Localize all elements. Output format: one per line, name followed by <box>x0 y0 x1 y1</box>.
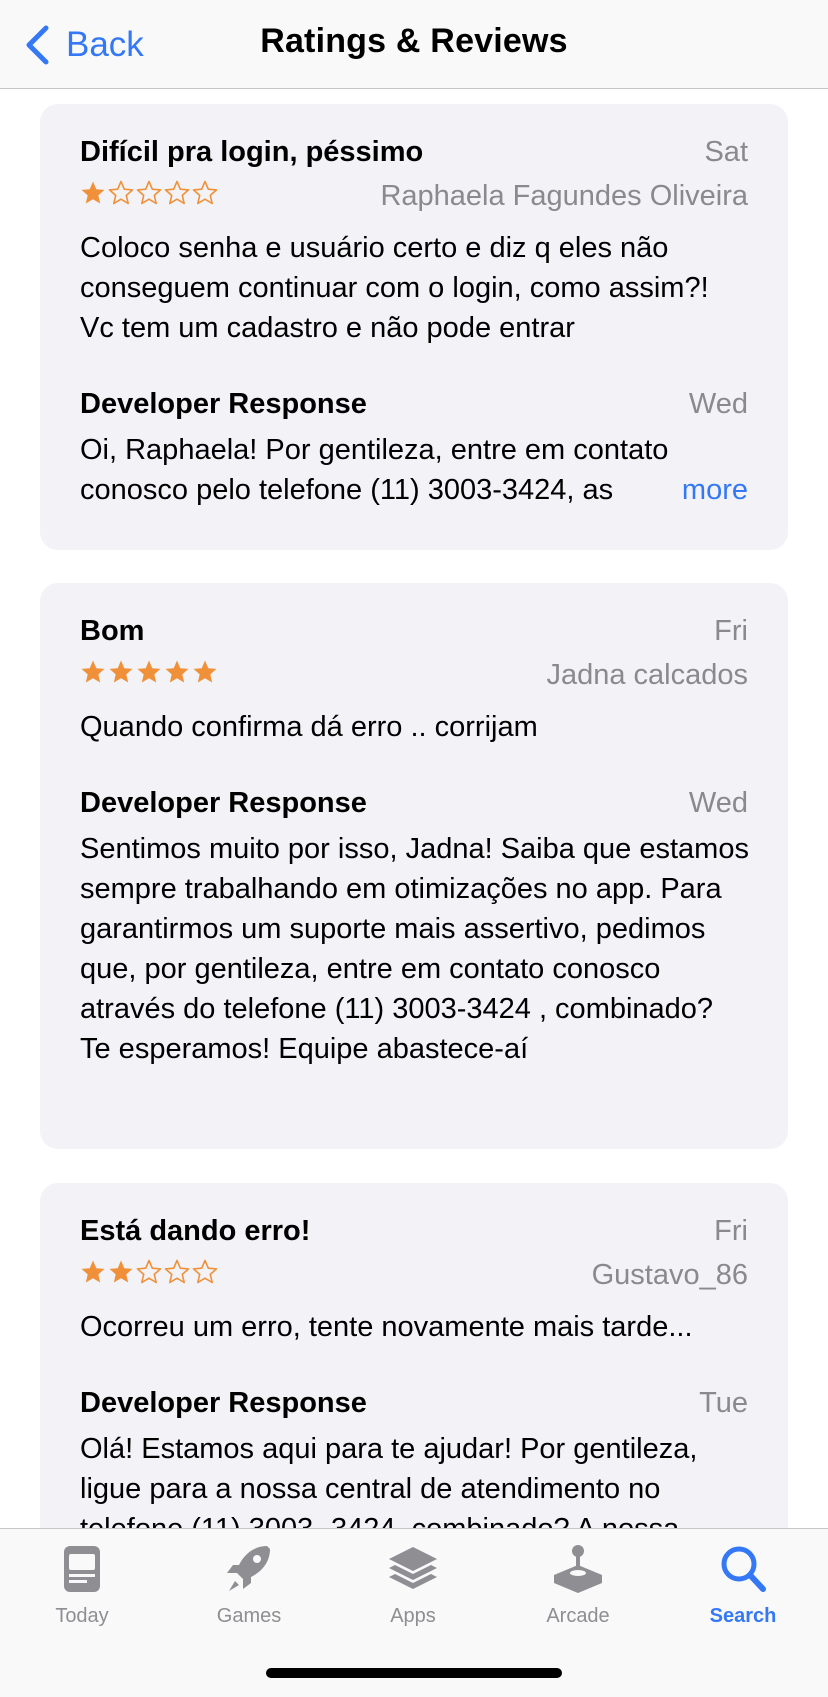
tab-apps[interactable]: Apps <box>348 1543 478 1628</box>
review-author: Raphaela Fagundes Oliveira <box>380 180 748 212</box>
review-author: Jadna calcados <box>546 659 748 691</box>
tab-today[interactable]: Today <box>17 1543 147 1628</box>
tab-search[interactable]: Search <box>678 1543 808 1628</box>
star-filled-icon <box>137 660 161 683</box>
page-title: Ratings & Reviews <box>260 22 568 60</box>
tab-label: Games <box>216 1605 282 1627</box>
star-empty-icon <box>192 180 218 205</box>
review-date: Sat <box>704 136 748 168</box>
developer-response-label: Developer Response <box>80 787 367 819</box>
star-filled-icon <box>81 1260 105 1283</box>
tab-label: Arcade <box>546 1605 610 1627</box>
review-body: Ocorreu um erro, tente novamente mais ta… <box>80 1311 693 1343</box>
more-link[interactable]: more <box>675 470 748 510</box>
developer-response-date: Wed <box>688 787 748 819</box>
review-body: Coloco senha e usuário certo e diz q ele… <box>80 232 709 344</box>
star-filled-icon <box>109 660 133 683</box>
review-date: Fri <box>714 1215 748 1247</box>
developer-response-text: Olá! Estamos aqui para te ajudar! Por ge… <box>80 1433 698 1529</box>
star-filled-icon <box>81 181 105 204</box>
developer-response-date: Tue <box>699 1387 748 1419</box>
star-empty-icon <box>136 1259 162 1284</box>
tab-games[interactable]: Games <box>184 1543 314 1628</box>
home-indicator <box>266 1668 562 1678</box>
star-filled-icon <box>193 660 217 683</box>
review-body: Quando confirma dá erro .. corrijam <box>80 711 538 743</box>
star-empty-icon <box>108 180 134 205</box>
developer-response-label: Developer Response <box>80 388 367 420</box>
review-title: Difícil pra login, péssimo <box>80 136 424 168</box>
navigation-bar: Back Ratings & Reviews <box>0 0 828 89</box>
rocket-icon <box>227 1546 270 1591</box>
fade-overlay <box>625 470 676 510</box>
star-empty-icon <box>164 1259 190 1284</box>
search-icon <box>721 1546 766 1592</box>
star-rating <box>80 1259 220 1285</box>
star-rating <box>80 180 220 206</box>
star-filled-icon <box>165 660 189 683</box>
reviews-list[interactable]: Difícil pra login, péssimo Sat Raphaela … <box>0 89 828 1529</box>
star-filled-icon <box>81 660 105 683</box>
review-title: Está dando erro! <box>80 1215 311 1247</box>
developer-response-label: Developer Response <box>80 1387 367 1419</box>
tab-label: Apps <box>390 1605 436 1627</box>
review-card: Está dando erro! Fri Gustavo_86 Ocorreu … <box>40 1183 788 1529</box>
tab-arcade[interactable]: Arcade <box>513 1543 643 1628</box>
review-author: Gustavo_86 <box>591 1259 748 1291</box>
star-empty-icon <box>192 1259 218 1284</box>
star-rating <box>80 659 220 685</box>
joystick-icon <box>554 1545 602 1593</box>
review-card: Difícil pra login, péssimo Sat Raphaela … <box>40 104 788 550</box>
review-title: Bom <box>80 615 145 647</box>
stack-icon <box>389 1547 437 1589</box>
star-empty-icon <box>164 180 190 205</box>
star-empty-icon <box>136 180 162 205</box>
developer-response-text: Sentimos muito por isso, Jadna! Saiba qu… <box>80 833 749 1065</box>
tab-label: Today <box>55 1605 109 1627</box>
more-link-wrapper: more <box>625 470 748 510</box>
tab-label: Search <box>709 1605 777 1627</box>
today-icon <box>64 1546 100 1592</box>
review-date: Fri <box>714 615 748 647</box>
developer-response-date: Wed <box>688 388 748 420</box>
review-card: Bom Fri Jadna calcados Quando confirma d… <box>40 583 788 1149</box>
star-filled-icon <box>109 1260 133 1283</box>
